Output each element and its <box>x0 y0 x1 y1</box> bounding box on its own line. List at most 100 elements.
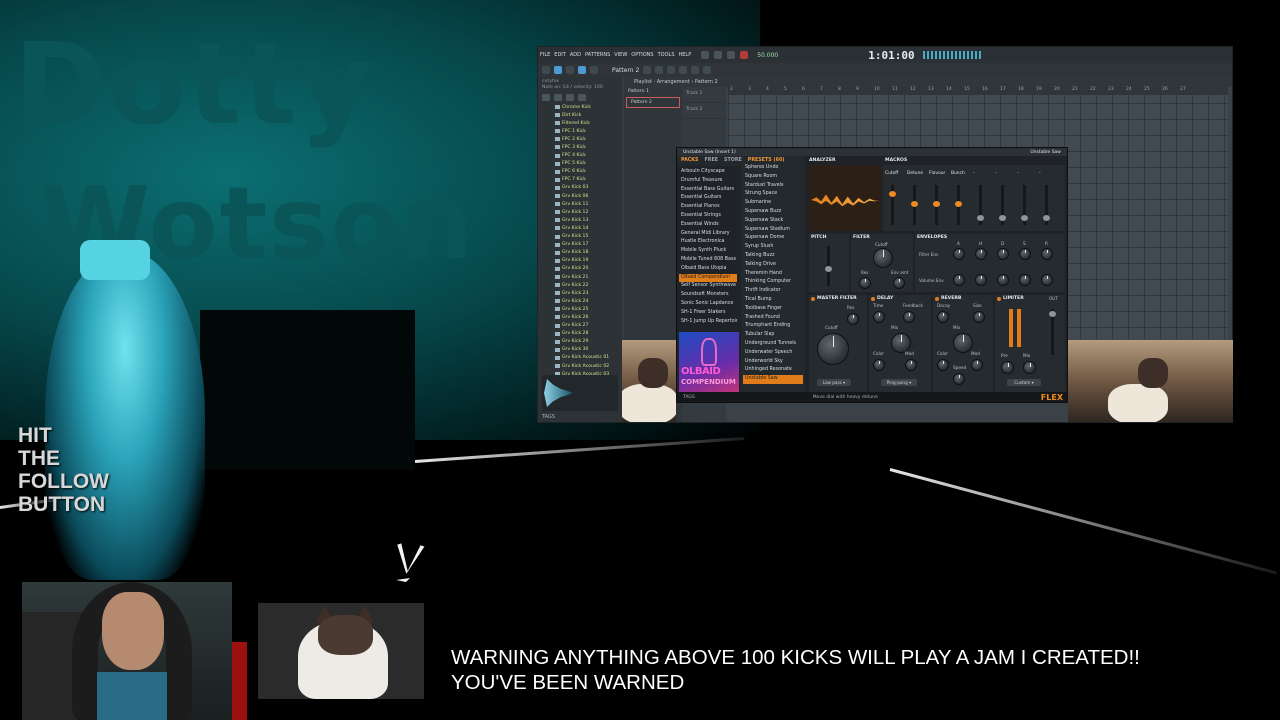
macro-slider-handle[interactable] <box>999 215 1006 221</box>
preset-item[interactable]: Underworld Sky <box>743 358 803 367</box>
tool-icon[interactable] <box>679 66 688 74</box>
preset-item[interactable]: Spheres Undo <box>743 164 803 173</box>
volume-env-knob[interactable] <box>953 274 965 286</box>
pack-item[interactable]: SH-1 Freer Stakers <box>679 309 737 318</box>
menu-view[interactable]: VIEW <box>612 52 629 58</box>
pack-item[interactable]: Hustle Electronica <box>679 238 737 247</box>
macro-slider-handle[interactable] <box>1043 215 1050 221</box>
footer-tags[interactable]: TAGS <box>683 395 695 400</box>
preset-item[interactable]: Tical Bump <box>743 296 803 305</box>
pattern-item-selected[interactable]: Pattern 2 <box>626 97 680 108</box>
macro-slider[interactable] <box>1043 185 1050 225</box>
pack-item[interactable]: Essential Strings <box>679 212 737 221</box>
filter-cutoff-knob[interactable] <box>873 248 893 268</box>
browser-item[interactable]: Grv Kick 26 <box>538 313 622 321</box>
browser-item[interactable]: Grv Kick 23 <box>538 289 622 297</box>
tool-icon[interactable] <box>643 66 652 74</box>
menu-edit[interactable]: EDIT <box>552 52 568 58</box>
macro-slider-handle[interactable] <box>911 201 918 207</box>
browser-item[interactable]: FPC 1 Kick <box>538 127 622 135</box>
browser-item[interactable]: Grv Kick 21 <box>538 273 622 281</box>
tab-packs[interactable]: PACKS <box>681 158 698 164</box>
delay-knob[interactable] <box>873 311 885 323</box>
browser-item[interactable]: FPC 4 Kick <box>538 152 622 160</box>
browser-item[interactable]: Grv Kick 06 <box>538 192 622 200</box>
browser-item[interactable]: Grv Kick 13 <box>538 216 622 224</box>
browser-item[interactable]: FPC 7 Kick <box>538 176 622 184</box>
mf-res-knob[interactable] <box>847 313 859 325</box>
tool-icon[interactable] <box>590 66 598 74</box>
pack-item[interactable]: Self Sensor Synthwave <box>679 282 737 291</box>
delay-knob[interactable] <box>891 333 911 353</box>
reverb-knob[interactable] <box>971 359 983 371</box>
macro-slider-handle[interactable] <box>933 201 940 207</box>
browser-item[interactable]: Grv Kick 29 <box>538 338 622 346</box>
tool-icon[interactable] <box>566 66 574 74</box>
macro-slider[interactable] <box>1021 185 1028 225</box>
preset-item[interactable]: Supersaw Dome <box>743 234 803 243</box>
preset-item[interactable]: Theremin Hand <box>743 270 803 279</box>
browser-item[interactable]: Grv Kick Acoustic 02 <box>538 362 622 370</box>
preset-item[interactable]: Underwater Speech <box>743 349 803 358</box>
browser-item[interactable]: Grv Kick 20 <box>538 265 622 273</box>
browser-item[interactable]: Grv Kick 24 <box>538 297 622 305</box>
filter-res-knob[interactable] <box>859 277 871 289</box>
tool-icon[interactable] <box>554 66 562 74</box>
macro-slider-handle[interactable] <box>955 201 962 207</box>
menu-add[interactable]: ADD <box>568 52 583 58</box>
preset-item[interactable]: Unhinged Resonate <box>743 366 803 375</box>
pat-song-toggle[interactable] <box>701 51 710 59</box>
track-header[interactable]: Track 1 <box>682 87 726 103</box>
track-header[interactable]: Track 2 <box>682 103 726 119</box>
power-icon[interactable] <box>997 296 1001 301</box>
pack-item[interactable]: Soundsoft Monsters <box>679 291 737 300</box>
filter-env-knob[interactable] <box>1041 248 1053 260</box>
preset-item[interactable]: Syrup Slush <box>743 243 803 252</box>
search-icon[interactable] <box>566 94 574 101</box>
browser-item[interactable]: Grv Kick 22 <box>538 281 622 289</box>
macro-slider-handle[interactable] <box>889 191 896 197</box>
mf-cutoff-knob[interactable] <box>817 333 849 365</box>
pack-item[interactable]: Mobile Synth Pluck <box>679 247 737 256</box>
power-icon[interactable] <box>871 296 875 301</box>
browser-item[interactable]: FPC 2 Kick <box>538 135 622 143</box>
reverb-knob[interactable] <box>937 311 949 323</box>
pack-item[interactable]: Essential Pianos <box>679 203 737 212</box>
preset-item[interactable]: Supersaw Stadium <box>743 226 803 235</box>
pattern-selector[interactable]: Pattern 2 <box>612 67 639 74</box>
tempo-display[interactable]: 50.000 <box>757 52 778 59</box>
browser-item[interactable]: Grv Kick 17 <box>538 241 622 249</box>
menu-help[interactable]: HELP <box>677 52 694 58</box>
pack-item[interactable]: General Midi Library <box>679 230 737 239</box>
pattern-item[interactable]: Pattern 1 <box>624 87 682 96</box>
pitch-slider[interactable] <box>825 246 832 286</box>
browser-item[interactable]: FPC 6 Kick <box>538 168 622 176</box>
delay-mode-select[interactable]: Ping-pong ▾ <box>881 379 917 386</box>
volume-env-knob[interactable] <box>997 274 1009 286</box>
browser-item[interactable]: Grv Kick 11 <box>538 200 622 208</box>
timeline-ruler[interactable]: 2 3 4 5 6 7 8 9 10 11 12 13 14 15 16 17 18 19 20 21 22 23 24 25… <box>728 87 1228 95</box>
mf-mode-select[interactable]: Low pass ▾ <box>817 379 851 386</box>
browser-item[interactable]: Grv Kick 15 <box>538 233 622 241</box>
browser-item[interactable]: Grv Kick 18 <box>538 249 622 257</box>
power-icon[interactable] <box>811 296 815 301</box>
pack-item[interactable]: Arbouln Cityscape <box>679 168 737 177</box>
macro-slider[interactable] <box>933 185 940 225</box>
preset-item[interactable]: Submarine <box>743 199 803 208</box>
macro-slider-handle[interactable] <box>1021 215 1028 221</box>
browser-item[interactable]: Grv Kick 12 <box>538 208 622 216</box>
pack-item[interactable]: Olbaid Bass Utopia <box>679 265 737 274</box>
macro-slider[interactable] <box>999 185 1006 225</box>
out-slider-handle[interactable] <box>1049 311 1056 317</box>
stop-icon[interactable] <box>727 51 736 59</box>
pack-item[interactable]: Essential Bass Guitars <box>679 186 737 195</box>
browser-item[interactable]: Grv Kick Acoustic 01 <box>538 354 622 362</box>
pack-item[interactable]: Essential Winds <box>679 221 737 230</box>
reverb-knob[interactable] <box>937 359 949 371</box>
browser-item[interactable]: Filtered Kick <box>538 119 622 127</box>
preset-item[interactable]: Talking Drive <box>743 261 803 270</box>
pitch-slider-handle[interactable] <box>825 266 832 272</box>
tool-icon[interactable] <box>542 66 550 74</box>
pack-item[interactable]: Sonic Sonic Lapdance <box>679 300 737 309</box>
tool-icon[interactable] <box>655 66 664 74</box>
